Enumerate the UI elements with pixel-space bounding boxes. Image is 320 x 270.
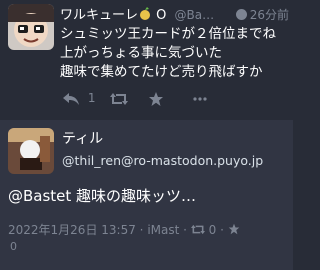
avatar[interactable] [8, 128, 54, 174]
display-name[interactable]: ワルキューレ [60, 8, 138, 23]
display-name[interactable]: ティル [62, 130, 103, 148]
custom-emoji-icon [140, 7, 151, 20]
reply-button[interactable]: 1 [62, 87, 95, 109]
more-button[interactable] [192, 87, 208, 109]
boost-icon [110, 92, 128, 105]
globe-icon [235, 9, 247, 20]
status-header: ワルキューレ O @Ba… 26分前 [60, 6, 289, 24]
favourite-button[interactable] [148, 87, 164, 109]
avatar-illustration [8, 128, 54, 174]
reply-count: 1 [87, 91, 96, 105]
detailed-status[interactable]: ティル @thil_ren@ro-mastodon.puyo.jp @Baste… [0, 120, 293, 270]
star-icon [228, 223, 240, 235]
relative-time: 26分前 [249, 8, 289, 22]
post-date[interactable]: 2022年1月26日 13:57 [8, 223, 136, 237]
account-handle[interactable]: @Ba… [175, 8, 215, 22]
timestamp[interactable]: 26分前 [233, 6, 289, 24]
boost-count[interactable]: 0 [209, 223, 217, 237]
separator: · [220, 223, 224, 237]
status-content: @Bastet 趣味の趣味ッツ… [8, 186, 196, 206]
boost-button[interactable] [110, 87, 128, 109]
account-handle[interactable]: @thil_ren@ro-mastodon.puyo.jp [62, 152, 263, 170]
more-icon [193, 96, 207, 101]
status-content: シュミッツ王カードが２倍位までね 上がっちょる事に気づいた 趣味で集めてたけど売… [60, 25, 287, 82]
application-name[interactable]: iMast [147, 223, 179, 237]
avatar[interactable] [8, 4, 54, 50]
status-item[interactable]: ワルキューレ O @Ba… 26分前 シュミッツ王カードが２倍位までね 上がっち… [0, 0, 293, 121]
favourite-count[interactable]: 0 [10, 240, 17, 253]
separator: · [183, 223, 187, 237]
content-line: 趣味で集めてたけど売り飛ばすか [60, 64, 263, 80]
separator: · [139, 223, 144, 237]
boost-icon [190, 224, 205, 235]
avatar-illustration [8, 4, 54, 50]
status-meta: 2022年1月26日 13:57 · iMast · 0 · [8, 222, 240, 238]
action-bar: 1 [62, 87, 262, 109]
display-name-suffix: O [156, 8, 167, 23]
status-text: @Bastet 趣味の趣味ッツ… [8, 187, 197, 205]
content-line: 上がっちょる事に気づいた [60, 45, 222, 61]
reply-icon [63, 92, 79, 105]
content-line: シュミッツ王カードが２倍位までね [60, 26, 276, 42]
star-icon [149, 91, 163, 106]
